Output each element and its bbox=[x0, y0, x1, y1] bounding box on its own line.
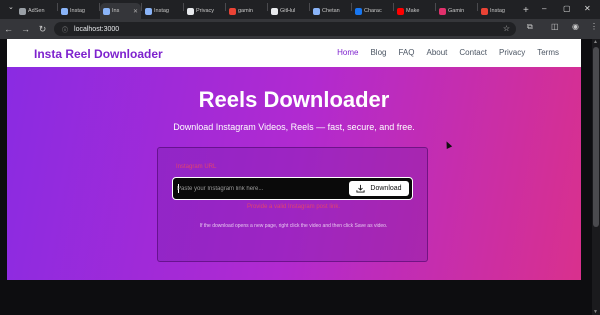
google-icon bbox=[229, 7, 236, 15]
new-tab-button[interactable]: + bbox=[523, 5, 529, 16]
browser-tab[interactable]: GitHul bbox=[268, 3, 309, 19]
menu-kebab-icon[interactable]: ⋮ bbox=[590, 22, 598, 31]
browser-tab[interactable]: Chetan bbox=[310, 3, 351, 19]
download-button[interactable]: Download bbox=[349, 181, 409, 196]
browser-toolbar: ← → ↻ ⓘ localhost:3000 ☆ ⧉ ◫ ◉ ⋮ bbox=[0, 19, 600, 39]
browser-tab[interactable]: Gamin bbox=[436, 3, 477, 19]
tab-label: Gamin bbox=[448, 8, 465, 14]
page-icon bbox=[61, 7, 68, 15]
tab-label: AdSen bbox=[28, 8, 45, 14]
page-scrollbar[interactable]: ▲ ▼ bbox=[592, 39, 600, 315]
tab-label: Ins bbox=[112, 8, 120, 14]
youtube-icon bbox=[397, 7, 404, 15]
extensions-icon[interactable]: ⧉ bbox=[527, 22, 533, 32]
tab-strip: ⌄ AdSen Instag Ins ✕ Instag Privacy gamin GitHu… bbox=[0, 0, 600, 19]
tab-search-icon[interactable]: ⌄ bbox=[8, 3, 14, 11]
browser-tab[interactable]: Charac bbox=[352, 3, 393, 19]
download-hint: If the download opens a new page, right … bbox=[199, 223, 388, 229]
nav-link-terms[interactable]: Terms bbox=[537, 48, 559, 57]
address-text: localhost:3000 bbox=[74, 25, 120, 33]
forward-icon[interactable]: → bbox=[17, 24, 34, 34]
tab-label: Make bbox=[406, 8, 420, 14]
download-icon bbox=[356, 184, 365, 193]
sidebar-icon[interactable]: ◫ bbox=[551, 22, 559, 31]
nav-link-home[interactable]: Home bbox=[337, 48, 358, 57]
page-title: Reels Downloader bbox=[198, 87, 390, 112]
url-label: Instagram URL bbox=[176, 164, 217, 170]
tab-label: gamin bbox=[238, 8, 253, 14]
nav-links: Home Blog FAQ About Contact Privacy Terms bbox=[337, 48, 559, 57]
scroll-down-icon[interactable]: ▼ bbox=[593, 309, 598, 315]
page-icon bbox=[103, 7, 110, 15]
scroll-thumb[interactable] bbox=[593, 47, 599, 227]
minimize-button[interactable]: – bbox=[542, 4, 546, 13]
nav-link-faq[interactable]: FAQ bbox=[398, 48, 414, 57]
nav-link-blog[interactable]: Blog bbox=[370, 48, 386, 57]
instagram-icon bbox=[439, 7, 446, 15]
browser-tab[interactable]: Ins ✕ bbox=[100, 3, 141, 19]
tab-label: Charac bbox=[364, 8, 382, 14]
browser-tab[interactable]: AdSen bbox=[16, 3, 57, 19]
tab-label: Chetan bbox=[322, 8, 340, 14]
page-subtitle: Download Instagram Videos, Reels — fast,… bbox=[173, 122, 415, 132]
tab-label: Instag bbox=[154, 8, 169, 14]
browser-tab[interactable]: Instag bbox=[58, 3, 99, 19]
browser-tab[interactable]: Make bbox=[394, 3, 435, 19]
download-icon bbox=[187, 7, 194, 15]
close-window-button[interactable]: ✕ bbox=[584, 4, 591, 13]
bookmark-star-icon[interactable]: ☆ bbox=[503, 24, 510, 33]
browser-tab[interactable]: Privacy bbox=[184, 3, 225, 19]
nav-link-contact[interactable]: Contact bbox=[459, 48, 487, 57]
page-viewport: Insta Reel Downloader Home Blog FAQ About Co… bbox=[0, 39, 600, 315]
site-navbar: Insta Reel Downloader Home Blog FAQ About Co… bbox=[7, 39, 581, 67]
tab-label: Instag bbox=[490, 8, 505, 14]
github-icon bbox=[271, 7, 278, 15]
url-input[interactable] bbox=[177, 181, 347, 196]
tab-label: GitHul bbox=[280, 8, 296, 14]
tab-label: Privacy bbox=[196, 8, 215, 14]
nav-link-privacy[interactable]: Privacy bbox=[499, 48, 525, 57]
page-icon bbox=[145, 7, 152, 15]
browser-tab[interactable]: Instag bbox=[478, 3, 519, 19]
gear-icon bbox=[19, 7, 26, 15]
tab-list: AdSen Instag Ins ✕ Instag Privacy gamin GitHul C… bbox=[16, 0, 519, 19]
tab-close-icon[interactable]: ✕ bbox=[133, 8, 138, 15]
maximize-button[interactable]: ▢ bbox=[563, 4, 571, 13]
download-button-label: Download bbox=[370, 185, 402, 192]
tab-label: Instag bbox=[70, 8, 85, 14]
nav-link-about[interactable]: About bbox=[427, 48, 448, 57]
google-icon bbox=[481, 7, 488, 15]
download-form-card: Instagram URL Download Provide a valid I… bbox=[157, 147, 428, 262]
browser-tab[interactable]: Instag bbox=[142, 3, 183, 19]
hero-section: Reels Downloader Download Instagram Vide… bbox=[7, 67, 581, 280]
site-info-icon[interactable]: ⓘ bbox=[62, 25, 68, 34]
back-icon[interactable]: ← bbox=[0, 24, 17, 34]
site-brand[interactable]: Insta Reel Downloader bbox=[34, 47, 163, 61]
address-bar[interactable]: ⓘ localhost:3000 ☆ bbox=[54, 22, 516, 36]
page-icon bbox=[313, 7, 320, 15]
facebook-icon bbox=[355, 7, 362, 15]
url-input-row: Download bbox=[172, 177, 413, 200]
browser-tab[interactable]: gamin bbox=[226, 3, 267, 19]
error-message: Provide a valid Instagram post link. bbox=[246, 204, 341, 210]
reload-icon[interactable]: ↻ bbox=[34, 24, 51, 35]
scroll-up-icon[interactable]: ▲ bbox=[593, 39, 598, 45]
profile-icon[interactable]: ◉ bbox=[572, 22, 579, 31]
